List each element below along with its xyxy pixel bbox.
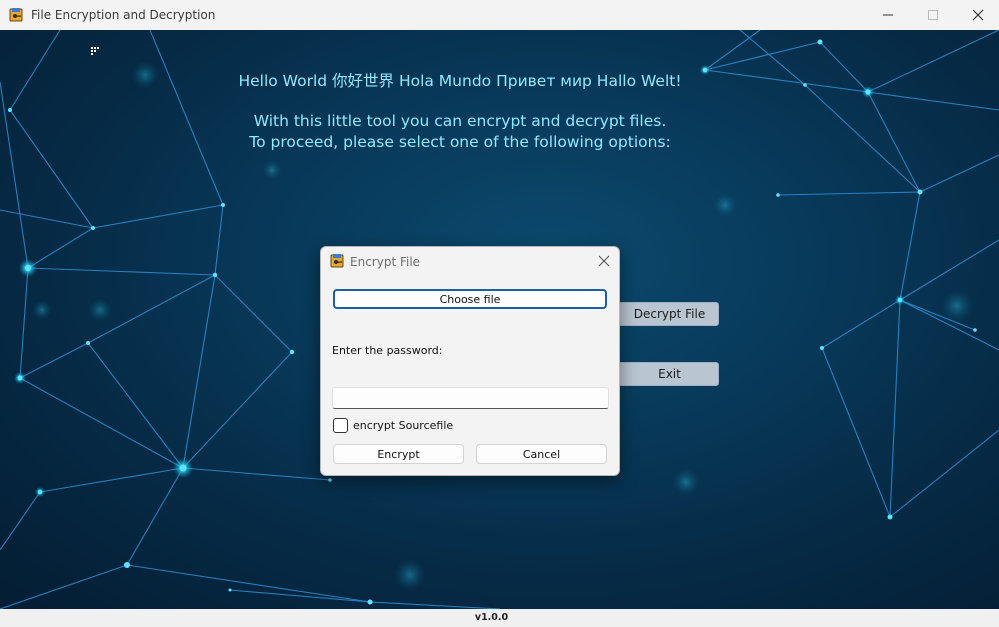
description-line-2: To proceed, please select one of the fol…: [249, 133, 671, 151]
choose-file-button[interactable]: Choose file: [333, 289, 607, 309]
window-title: File Encryption and Decryption: [31, 8, 216, 22]
encrypt-sourcefile-checkbox[interactable]: [333, 418, 348, 433]
minimize-icon: [883, 14, 893, 16]
close-icon: [598, 255, 610, 267]
app-key-file-icon: [9, 8, 23, 22]
greeting-text: Hello World 你好世界 Hola Mundo Привет мир H…: [238, 72, 682, 90]
password-input[interactable]: [332, 387, 609, 409]
dialog-title: Encrypt File: [350, 255, 421, 269]
version-label: v1.0.0: [474, 612, 509, 623]
encrypt-file-dialog: Encrypt File Choose file Enter the passw…: [320, 246, 620, 476]
grid-dots-icon: [91, 47, 99, 55]
encrypt-button[interactable]: Encrypt: [333, 444, 464, 464]
close-icon: [972, 9, 984, 21]
cancel-button[interactable]: Cancel: [476, 444, 607, 464]
app-key-file-icon: [330, 254, 344, 268]
maximize-button[interactable]: [910, 0, 956, 30]
dialog-close-button[interactable]: [593, 251, 615, 271]
description-line-1: With this little tool you can encrypt an…: [253, 112, 667, 130]
maximize-icon: [928, 10, 938, 20]
close-button[interactable]: [955, 0, 999, 30]
minimize-button[interactable]: [865, 0, 911, 30]
password-label: Enter the password:: [332, 344, 443, 357]
title-bar: File Encryption and Decryption: [0, 0, 999, 30]
encrypt-sourcefile-label[interactable]: encrypt Sourcefile: [353, 419, 453, 432]
